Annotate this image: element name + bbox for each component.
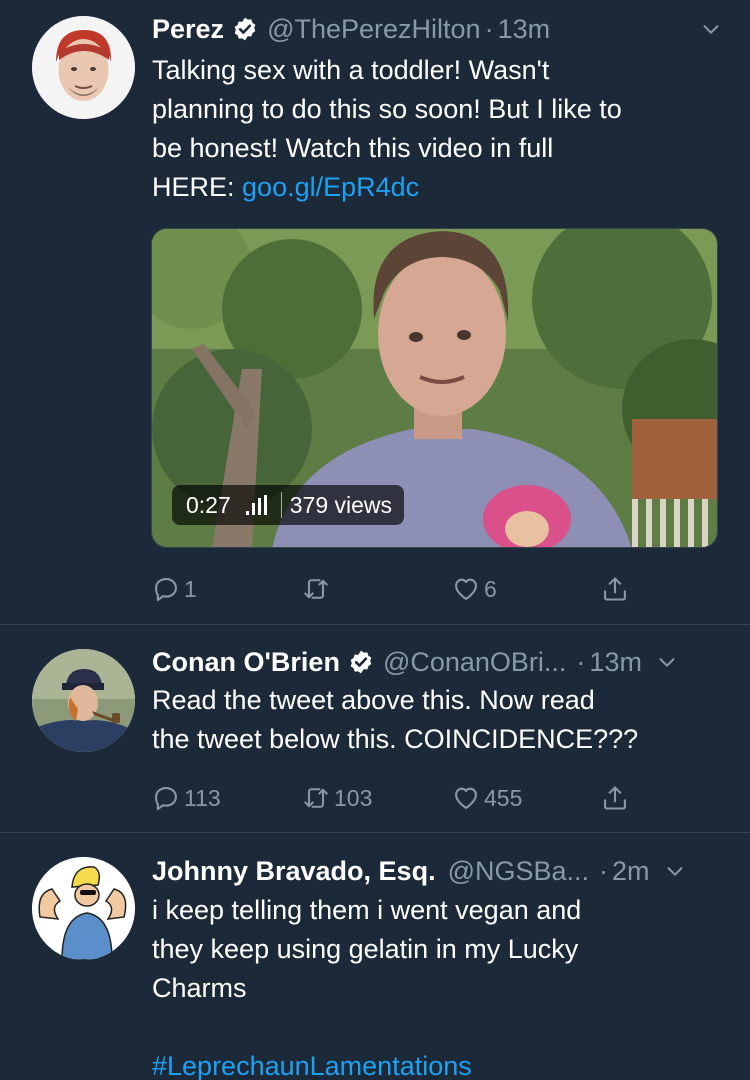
retweet-icon — [302, 784, 330, 812]
like-button[interactable]: 455 — [452, 781, 522, 815]
reply-count: 1 — [184, 575, 197, 602]
tweet-text-line: Charms — [152, 973, 247, 1003]
tweet-text-prefix: HERE: — [152, 172, 243, 202]
reply-count: 113 — [184, 784, 221, 811]
tweet-actions: 1 6 — [152, 572, 652, 606]
tweet-header: Johnny Bravado, Esq. @NGSBa... · 2m — [152, 851, 722, 891]
author-name[interactable]: Conan O'Brien — [152, 647, 340, 678]
timestamp[interactable]: 13m — [498, 14, 551, 45]
tweet-text-line: Talking sex with a toddler! Wasn't — [152, 55, 550, 85]
author-handle[interactable]: @ConanOBri... — [383, 647, 566, 678]
tweet-conan[interactable]: Conan O'Brien @ConanOBri... · 13m Read t… — [0, 625, 750, 832]
tweet-header: Perez @ThePerezHilton · 13m — [152, 9, 722, 49]
reply-icon — [152, 575, 180, 603]
like-icon — [452, 575, 480, 603]
retweet-icon — [302, 575, 330, 603]
tweet-text: i keep telling them i went vegan and the… — [152, 891, 722, 1080]
reply-button[interactable]: 113 — [152, 781, 221, 815]
retweet-button[interactable]: 103 — [302, 781, 372, 815]
tweet-johnny[interactable]: Johnny Bravado, Esq. @NGSBa... · 2m i ke… — [0, 833, 750, 1080]
avatar[interactable] — [32, 857, 135, 960]
tweet-text-line: i keep telling them i went vegan and — [152, 895, 582, 925]
like-count: 6 — [484, 575, 497, 602]
timestamp[interactable]: 2m — [612, 856, 650, 887]
verified-badge-icon — [232, 16, 258, 42]
tweet-perez[interactable]: Perez @ThePerezHilton · 13m Talking sex … — [0, 0, 750, 624]
share-button[interactable] — [601, 781, 629, 815]
chevron-down-icon[interactable] — [656, 651, 678, 673]
reply-icon — [152, 784, 180, 812]
share-icon — [601, 784, 629, 812]
hashtag-link[interactable]: #LeprechaunLamentations — [152, 1047, 722, 1080]
like-count: 455 — [484, 784, 523, 811]
like-icon — [452, 784, 480, 812]
separator-dot: · — [484, 13, 494, 44]
chevron-down-icon[interactable] — [664, 860, 686, 882]
tweet-text: Talking sex with a toddler! Wasn't plann… — [152, 51, 722, 207]
like-button[interactable]: 6 — [452, 572, 497, 606]
tweet-actions: 113 103 455 — [152, 781, 652, 815]
chevron-down-icon[interactable] — [700, 18, 722, 40]
tweet-header: Conan O'Brien @ConanOBri... · 13m — [152, 642, 722, 682]
author-name[interactable]: Perez — [152, 14, 224, 45]
tweet-text-line: the tweet below this. COINCIDENCE??? — [152, 724, 639, 754]
audio-bars-icon — [245, 495, 267, 515]
retweet-count: 103 — [334, 784, 373, 811]
tweet-text-line: be honest! Watch this video in full — [152, 133, 554, 163]
timestamp[interactable]: 13m — [589, 647, 642, 678]
share-icon — [601, 575, 629, 603]
separator-dot: · — [599, 855, 609, 886]
tweet-text: Read the tweet above this. Now read the … — [152, 681, 722, 759]
share-button[interactable] — [601, 572, 629, 606]
tweet-text-line: HERE: goo.gl/EpR4dc — [152, 168, 722, 207]
video-views: 379 views — [289, 491, 393, 518]
avatar[interactable] — [32, 649, 135, 752]
separator-dot: · — [576, 646, 586, 677]
author-handle[interactable]: @ThePerezHilton — [267, 14, 481, 45]
retweet-button[interactable] — [302, 572, 334, 606]
video-duration: 0:27 — [186, 491, 231, 518]
overlay-divider — [280, 492, 282, 518]
reply-button[interactable]: 1 — [152, 572, 197, 606]
tweet-text-line: Read the tweet above this. Now read — [152, 685, 595, 715]
avatar[interactable] — [32, 16, 135, 119]
author-handle[interactable]: @NGSBa... — [448, 856, 589, 887]
video-thumbnail[interactable]: 0:27 379 views — [151, 228, 718, 548]
verified-badge-icon — [348, 649, 374, 675]
video-info-overlay: 0:27 379 views — [172, 485, 405, 525]
tweet-text-line: planning to do this so soon! But I like … — [152, 94, 622, 124]
tweet-text-line: they keep using gelatin in my Lucky — [152, 934, 579, 964]
author-name[interactable]: Johnny Bravado, Esq. — [152, 856, 436, 887]
tweet-link[interactable]: goo.gl/EpR4dc — [242, 172, 419, 202]
